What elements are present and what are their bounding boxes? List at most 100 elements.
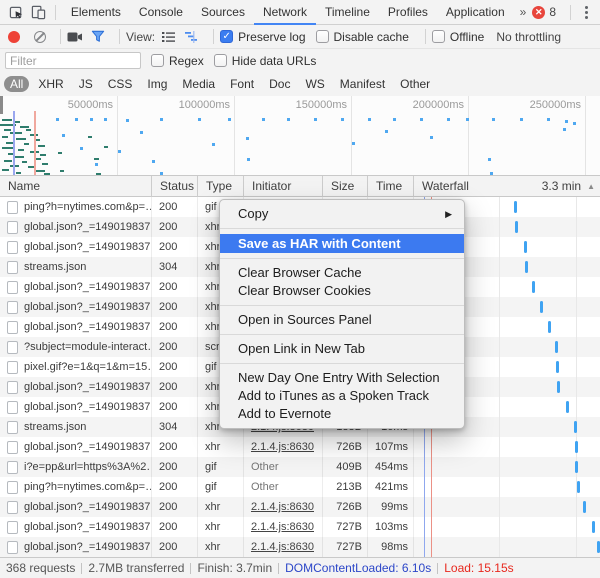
menu-item-clear-browser-cookies[interactable]: Clear Browser Cookies (220, 282, 464, 300)
menu-item-add-to-evernote[interactable]: Add to Evernote (220, 405, 464, 423)
menu-item-open-in-sources-panel[interactable]: Open in Sources Panel (220, 311, 464, 329)
type-filter-media[interactable]: Media (176, 76, 221, 92)
tab-network[interactable]: Network (254, 0, 316, 25)
tab-console[interactable]: Console (130, 0, 192, 25)
overview-request-bar (24, 143, 29, 145)
menu-item-label: Add to iTunes as a Spoken Track (238, 387, 452, 405)
file-icon (7, 301, 18, 314)
menu-item-copy[interactable]: Copy▶ (220, 205, 464, 223)
tab-timeline[interactable]: Timeline (316, 0, 379, 25)
error-badge-icon[interactable]: ✕ (532, 6, 545, 19)
regex-label: Regex (169, 54, 204, 68)
overview-handle[interactable] (0, 96, 3, 114)
initiator-link[interactable]: 2.1.4.js:8630 (251, 441, 314, 453)
kebab-menu-icon[interactable] (577, 6, 596, 19)
preserve-log-checkbox-box[interactable]: ✓ (220, 30, 233, 43)
menu-item-new-day-one-entry-with-selection[interactable]: New Day One Entry With Selection (220, 369, 464, 387)
column-header-status[interactable]: Status (151, 176, 197, 197)
table-row[interactable]: global.json?_=149019837…200xhr2.1.4.js:8… (0, 437, 600, 457)
table-row[interactable]: global.json?_=149019837…200xhr2.1.4.js:8… (0, 497, 600, 517)
waterfall-bar (524, 241, 527, 253)
disable-cache-checkbox[interactable]: Disable cache (316, 30, 409, 44)
overview-request-dot (160, 118, 163, 121)
clear-button[interactable] (34, 31, 46, 43)
tab-application[interactable]: Application (437, 0, 514, 25)
status-segment-368-requests: 368 requests (6, 561, 75, 575)
offline-checkbox[interactable]: Offline (432, 30, 484, 44)
waterfall-view-icon[interactable] (184, 30, 199, 43)
status-cell: 200 (151, 241, 197, 253)
hide-data-urls-checkbox-box[interactable] (214, 54, 227, 67)
screenshot-camera-icon[interactable] (67, 31, 83, 43)
column-header-name[interactable]: Name (0, 176, 151, 197)
column-header-initiator[interactable]: Initiator (243, 176, 322, 197)
table-row[interactable]: ping?h=nytimes.com&p=…200gifOther213B421… (0, 477, 600, 497)
type-filter-all[interactable]: All (4, 76, 29, 92)
request-name-cell: global.json?_=149019837… (0, 441, 151, 454)
status-divider (278, 563, 279, 574)
menu-item-label: New Day One Entry With Selection (238, 369, 452, 387)
network-overview[interactable]: 50000ms100000ms150000ms200000ms250000ms (0, 96, 600, 176)
regex-checkbox-box[interactable] (151, 54, 164, 67)
offline-checkbox-box[interactable] (432, 30, 445, 43)
menu-item-add-to-itunes-as-a-spoken-track[interactable]: Add to iTunes as a Spoken Track (220, 387, 464, 405)
table-row[interactable]: global.json?_=149019837…200xhr2.1.4.js:8… (0, 537, 600, 557)
filter-input[interactable] (5, 52, 141, 69)
file-icon (7, 361, 18, 374)
filter-bar: Regex Hide data URLs (0, 49, 600, 72)
overview-request-bar (42, 163, 48, 165)
device-toolbar-icon[interactable] (27, 0, 48, 24)
file-icon (7, 541, 18, 554)
type-filter-xhr[interactable]: XHR (32, 76, 69, 92)
preserve-log-checkbox[interactable]: ✓Preserve log (220, 30, 305, 44)
disable-cache-checkbox-box[interactable] (316, 30, 329, 43)
type-filter-ws[interactable]: WS (299, 76, 330, 92)
menu-item-open-link-in-new-tab[interactable]: Open Link in New Tab (220, 340, 464, 358)
initiator-link[interactable]: 2.1.4.js:8630 (251, 521, 314, 533)
filter-funnel-icon[interactable] (91, 30, 105, 43)
table-row[interactable]: i?e=pp&url=https%3A%2…200gifOther409B454… (0, 457, 600, 477)
type-filter-doc[interactable]: Doc (263, 76, 296, 92)
type-filter-manifest[interactable]: Manifest (334, 76, 391, 92)
type-filter-font[interactable]: Font (224, 76, 260, 92)
column-header-size[interactable]: Size (322, 176, 367, 197)
tab-profiles[interactable]: Profiles (379, 0, 437, 25)
type-filter-other[interactable]: Other (394, 76, 436, 92)
column-header-waterfall[interactable]: Waterfall 3.3 min ▲ (413, 176, 600, 197)
overview-tick-label: 150000ms (296, 99, 347, 111)
waterfall-bar (577, 481, 580, 493)
initiator-link[interactable]: 2.1.4.js:8630 (251, 501, 314, 513)
file-icon (7, 461, 18, 474)
type-filter-img[interactable]: Img (141, 76, 173, 92)
request-name-cell: global.json?_=149019837… (0, 281, 151, 294)
request-name-cell: ping?h=nytimes.com&p=… (0, 481, 151, 494)
status-cell: 200 (151, 521, 197, 533)
type-cell: gif (197, 481, 243, 493)
column-header-time[interactable]: Time (367, 176, 413, 197)
overview-request-dot (430, 136, 433, 139)
record-button[interactable] (8, 31, 20, 43)
initiator-link[interactable]: 2.1.4.js:8630 (251, 541, 314, 553)
inspect-element-icon[interactable] (6, 0, 27, 24)
regex-checkbox[interactable]: Regex (151, 54, 204, 68)
type-filter-js[interactable]: JS (73, 76, 99, 92)
tab-elements[interactable]: Elements (62, 0, 130, 25)
request-name-cell: global.json?_=149019837… (0, 321, 151, 334)
tab-overflow-chevron[interactable]: » (514, 0, 533, 25)
hide-data-urls-checkbox[interactable]: Hide data URLs (214, 54, 317, 68)
request-name: i?e=pp&url=https%3A%2… (24, 461, 151, 473)
tab-sources[interactable]: Sources (192, 0, 254, 25)
overview-request-bar (20, 126, 29, 128)
table-row[interactable]: global.json?_=149019837…200xhr2.1.4.js:8… (0, 517, 600, 537)
initiator-cell: 2.1.4.js:8630 (243, 441, 322, 453)
file-icon (7, 241, 18, 254)
overview-request-dot (104, 118, 107, 121)
menu-item-clear-browser-cache[interactable]: Clear Browser Cache (220, 264, 464, 282)
throttling-select[interactable]: No throttling (496, 30, 561, 44)
type-filter-css[interactable]: CSS (102, 76, 139, 92)
list-view-icon[interactable] (161, 30, 176, 43)
menu-item-save-as-har-with-content[interactable]: Save as HAR with Content (220, 234, 464, 253)
column-header-type[interactable]: Type (197, 176, 243, 197)
toolbar-checkboxes: ✓Preserve log Disable cache Offline (220, 29, 494, 44)
file-icon (7, 501, 18, 514)
